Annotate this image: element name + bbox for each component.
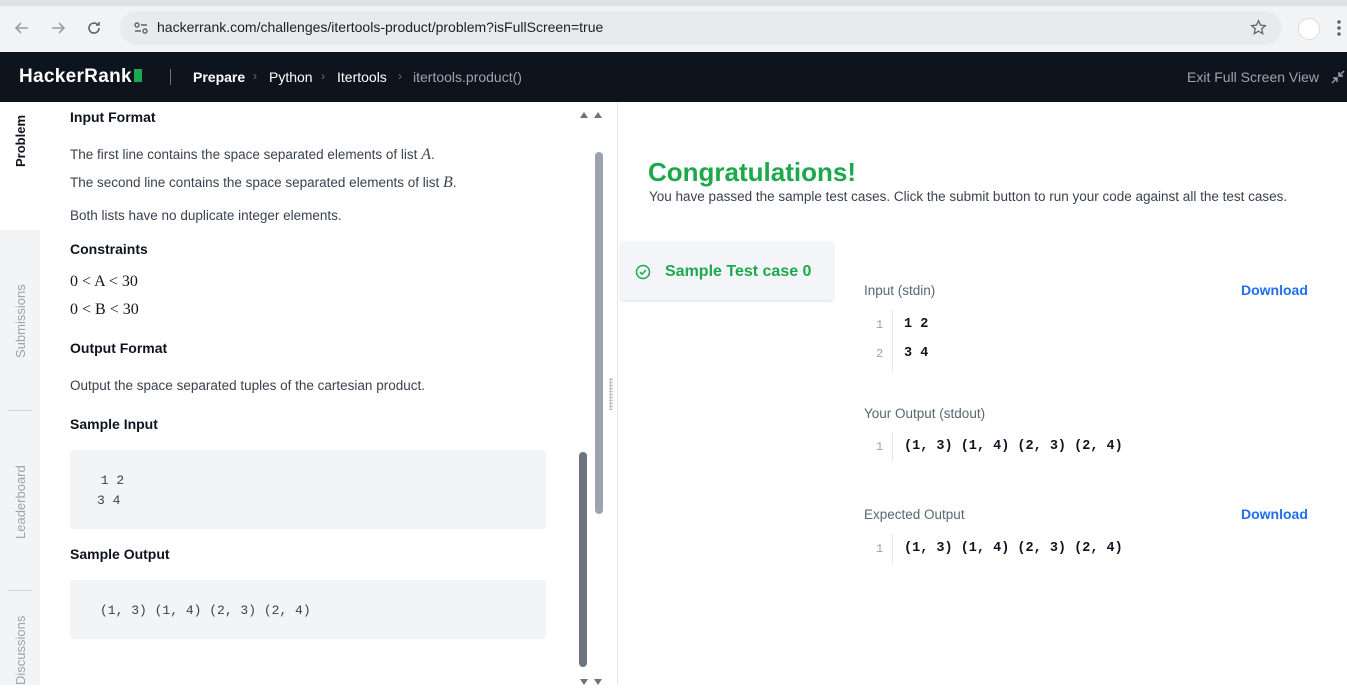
breadcrumb-current: itertools.product() [413, 69, 522, 85]
exit-full-screen-link[interactable]: Exit Full Screen View [1187, 69, 1319, 85]
logo-block [133, 69, 142, 82]
tab-divider [8, 590, 32, 591]
browser-menu-icon[interactable] [1337, 19, 1341, 37]
input-format-line-1-text: The first line contains the space separa… [70, 147, 422, 162]
constraints-heading: Constraints [70, 241, 148, 257]
url-text: hackerrank.com/challenges/itertools-prod… [157, 19, 604, 35]
line-number-gutter [892, 534, 893, 564]
input-line: 3 4 [904, 346, 929, 361]
chevron-right-icon: › [321, 69, 325, 83]
download-input-link[interactable]: Download [1241, 282, 1308, 298]
scrollbar-thumb[interactable] [595, 152, 603, 514]
reload-icon[interactable] [80, 14, 108, 42]
congrats-subtitle: You have passed the sample test cases. C… [649, 189, 1288, 204]
download-expected-link[interactable]: Download [1241, 506, 1308, 522]
test-case-label[interactable]: Sample Test case 0 [665, 263, 811, 281]
constraint-b: 0 < B < 30 [70, 301, 139, 318]
expected-output-text: (1, 3) (1, 4) (2, 3) (2, 4) [904, 541, 1123, 556]
sample-input-line: 3 4 [97, 493, 121, 508]
output-format-text: Output the space separated tuples of the… [70, 378, 425, 393]
hackerrank-logo[interactable]: HackerRank [19, 66, 142, 88]
line-number: 2 [876, 347, 884, 361]
drag-handle-icon[interactable] [609, 378, 613, 410]
sample-output-text: (1, 3) (1, 4) (2, 3) (2, 4) [100, 603, 311, 618]
input-stdin-label: Input (stdin) [864, 283, 936, 298]
sample-output-heading: Sample Output [70, 546, 170, 562]
chevron-right-icon: › [253, 69, 257, 83]
sample-input-box [70, 450, 546, 529]
logo-text: HackerRank [19, 66, 132, 87]
scrollbar-thumb[interactable] [579, 452, 587, 667]
bookmark-star-icon[interactable] [1250, 19, 1267, 41]
collapse-icon[interactable] [1331, 70, 1345, 89]
profile-avatar[interactable] [1298, 18, 1320, 40]
input-format-line-2-text: The second line contains the space separ… [70, 175, 443, 190]
breadcrumb-prepare[interactable]: Prepare [193, 69, 245, 85]
expected-output-label: Expected Output [864, 507, 965, 522]
site-settings-icon[interactable] [133, 20, 149, 41]
tab-leaderboard[interactable]: Leaderboard [13, 465, 28, 539]
input-format-line-2: The second line contains the space separ… [70, 174, 457, 191]
line-number: 1 [876, 440, 884, 454]
output-format-heading: Output Format [70, 340, 168, 356]
input-format-line-3: Both lists have no duplicate integer ele… [70, 208, 342, 223]
sample-input-heading: Sample Input [70, 416, 158, 432]
input-format-heading: Input Format [70, 109, 156, 125]
line-number-gutter [892, 310, 893, 372]
line-number: 1 [876, 318, 884, 332]
constraint-a: 0 < A < 30 [70, 273, 138, 290]
input-line: 1 2 [904, 317, 929, 332]
tab-problem[interactable]: Problem [13, 115, 28, 167]
chevron-right-icon: › [398, 69, 402, 83]
line-number: 1 [876, 542, 884, 556]
check-circle-icon [635, 264, 651, 285]
var-b: B [442, 174, 453, 191]
input-format-line-1: The first line contains the space separa… [70, 146, 435, 163]
back-icon[interactable] [8, 14, 36, 42]
your-output-text: (1, 3) (1, 4) (2, 3) (2, 4) [904, 439, 1123, 454]
var-a: A [421, 146, 431, 163]
forward-icon[interactable] [44, 14, 72, 42]
your-output-label: Your Output (stdout) [864, 406, 986, 421]
scroll-up-arrow-icon[interactable] [579, 106, 603, 124]
tab-discussions[interactable]: Discussions [13, 616, 28, 685]
tab-submissions[interactable]: Submissions [13, 284, 28, 358]
pane-splitter[interactable] [617, 102, 618, 685]
line-number-gutter [892, 432, 893, 462]
tab-divider [8, 410, 32, 411]
breadcrumb-itertools[interactable]: Itertools [337, 69, 387, 85]
scroll-down-arrow-icon[interactable] [579, 673, 603, 691]
sample-input-line: 1 2 [93, 473, 125, 488]
congrats-title: Congratulations! [648, 157, 856, 187]
tab-strip [0, 0, 1347, 6]
breadcrumb-python[interactable]: Python [269, 69, 313, 85]
header-separator [170, 69, 171, 85]
